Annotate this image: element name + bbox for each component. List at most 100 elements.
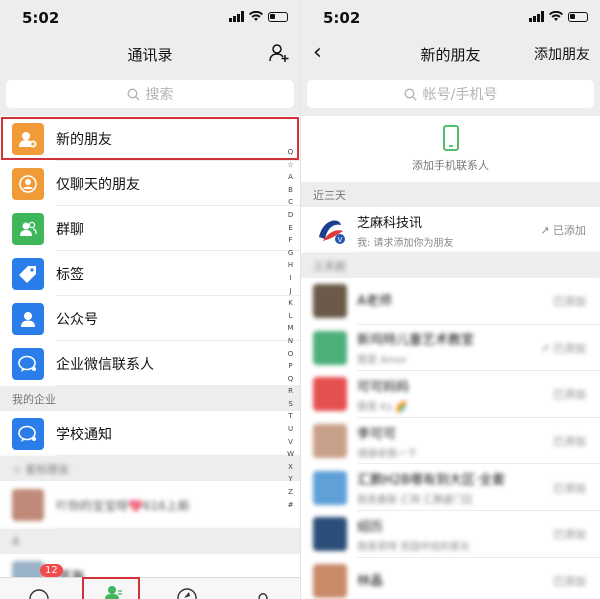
alphabet-letter[interactable]: I xyxy=(290,272,292,285)
alphabet-letter[interactable]: J xyxy=(290,285,292,298)
section-older: 三天前 xyxy=(301,253,600,278)
request-status: ↗ 已添加 xyxy=(540,224,586,237)
new-friends-item[interactable]: 新的朋友 xyxy=(0,116,300,161)
alphabet-letter[interactable]: P xyxy=(288,360,292,373)
contact-menu: 新的朋友 仅聊天的朋友 群聊 标签 公众号 企业微信联系人 我的企业 学校通知 … xyxy=(0,116,300,599)
tab-bar: 12 xyxy=(0,564,300,599)
alphabet-letter[interactable]: R xyxy=(288,385,293,398)
phone-icon xyxy=(442,125,459,151)
tags-item[interactable]: 标签 xyxy=(0,251,300,296)
friend-request-row[interactable]: 林晶 已添加 xyxy=(301,557,600,599)
alphabet-letter[interactable]: N xyxy=(288,335,293,348)
group-chat-icon xyxy=(12,212,44,245)
status-icons xyxy=(229,11,288,22)
school-notice-label: 学校通知 xyxy=(56,426,112,443)
school-notice-item[interactable]: 学校通知 xyxy=(0,411,300,456)
alphabet-letter[interactable]: G xyxy=(288,247,293,260)
official-account-icon xyxy=(12,302,44,335)
friend-request-row[interactable]: A老师 已添加 xyxy=(301,278,600,325)
request-name: 林晶 xyxy=(357,573,384,589)
avatar xyxy=(313,424,347,459)
new-friends-screen: 5:02 ‹ 新的朋友 添加朋友 帐号/手机号 添加手机联系人 近三天 V 芝麻… xyxy=(300,0,600,599)
section-a: A xyxy=(0,529,300,554)
alphabet-letter[interactable]: E xyxy=(288,222,292,235)
alphabet-letter[interactable]: ☆ xyxy=(287,159,293,172)
search-input[interactable]: 搜索 xyxy=(6,80,294,108)
add-phone-contacts-label: 添加手机联系人 xyxy=(412,159,489,172)
avatar xyxy=(313,563,347,598)
alphabet-letter[interactable]: T xyxy=(288,410,292,423)
request-status: 已添加 xyxy=(553,528,586,542)
alphabet-letter[interactable]: K xyxy=(288,297,293,310)
alphabet-letter[interactable]: Q xyxy=(288,146,294,159)
chats-tab-icon[interactable] xyxy=(24,579,54,599)
wifi-icon xyxy=(549,11,563,21)
request-name: 新坞特儿童艺术教室 xyxy=(357,333,475,349)
group-chats-label: 群聊 xyxy=(56,221,84,238)
request-message: 我是 Amor xyxy=(357,355,407,367)
older-requests-list: A老师 已添加 新坞特儿童艺术教室 我是 Amor ↗ 已添加 可可妈妈 我是 Ks 🌈 已添… xyxy=(301,278,600,599)
add-friend-button[interactable]: 添加朋友 xyxy=(534,44,590,64)
account-search-input[interactable]: 帐号/手机号 xyxy=(307,80,594,108)
friend-request-row[interactable]: 汇鹏H2B哪有到大区·全套 我是鑫联 汇网 汇鹏厦门区 已添加 xyxy=(301,464,600,511)
alphabet-letter[interactable]: A xyxy=(288,171,293,184)
alphabet-letter[interactable]: Y xyxy=(288,473,292,486)
request-message: 请接收我一下 xyxy=(357,448,417,460)
group-chats-item[interactable]: 群聊 xyxy=(0,206,300,251)
request-status: 已添加 xyxy=(553,435,586,449)
alphabet-letter[interactable]: D xyxy=(288,209,293,222)
request-name: 李可可 xyxy=(357,426,397,442)
contacts-tab-icon xyxy=(105,586,122,599)
discover-tab-icon[interactable] xyxy=(172,579,202,599)
official-accounts-label: 公众号 xyxy=(56,311,98,328)
request-message: 我: 请求添加你为朋友 xyxy=(357,237,454,249)
add-contact-icon[interactable] xyxy=(268,42,290,64)
alphabet-letter[interactable]: L xyxy=(289,310,293,323)
alphabet-letter[interactable]: O xyxy=(288,348,294,361)
alphabet-letter[interactable]: S xyxy=(288,398,292,411)
request-name: 绍历 xyxy=(357,519,384,535)
alphabet-letter[interactable]: B xyxy=(288,184,293,197)
alphabet-letter[interactable]: W xyxy=(287,448,294,461)
chat-only-friends-item[interactable]: 仅聊天的朋友 xyxy=(0,161,300,206)
alphabet-letter[interactable]: M xyxy=(288,322,294,335)
contacts-tab[interactable] xyxy=(82,577,140,599)
avatar xyxy=(313,470,347,505)
add-phone-contacts-button[interactable]: 添加手机联系人 xyxy=(301,116,600,182)
friend-request-row[interactable]: 可可妈妈 我是 Ks 🌈 已添加 xyxy=(301,371,600,418)
status-bar: 5:02 xyxy=(0,0,300,36)
alphabet-letter[interactable]: U xyxy=(288,423,293,436)
friend-request-row[interactable]: 新坞特儿童艺术教室我是 Amor ↗ 已添加 xyxy=(301,324,600,372)
alphabet-letter[interactable]: # xyxy=(288,499,294,512)
official-accounts-item[interactable]: 公众号 xyxy=(0,296,300,341)
alphabet-letter[interactable]: X xyxy=(288,461,293,474)
request-status: ↗ 已添加 xyxy=(540,341,586,355)
friend-request-row[interactable]: V 芝麻科技讯 我: 请求添加你为朋友 ↗ 已添加 xyxy=(301,207,600,253)
alphabet-letter[interactable]: Z xyxy=(288,486,293,499)
alphabet-letter[interactable]: F xyxy=(289,234,293,247)
request-name: A老师 xyxy=(357,294,392,310)
wifi-icon xyxy=(249,11,263,21)
starred-contact-item[interactable]: 吖你的宝宝呀💖616上新 xyxy=(0,481,300,529)
request-name: 可可妈妈 xyxy=(357,379,410,395)
search-placeholder: 帐号/手机号 xyxy=(422,87,498,103)
wecom-contacts-item[interactable]: 企业微信联系人 xyxy=(0,341,300,386)
avatar xyxy=(313,377,347,412)
search-icon xyxy=(126,87,139,100)
request-status: 已添加 xyxy=(553,388,586,402)
alphabet-letter[interactable]: V xyxy=(288,436,293,449)
alphabet-letter[interactable]: Q xyxy=(288,373,294,386)
search-icon xyxy=(404,87,417,100)
tag-icon xyxy=(12,257,44,290)
section-my-company: 我的企业 xyxy=(0,386,300,411)
alphabet-letter[interactable]: C xyxy=(288,196,293,209)
section-starred: ☆ 星标朋友 xyxy=(0,456,300,481)
search-placeholder: 搜索 xyxy=(145,87,174,103)
alphabet-index[interactable]: Q ☆ A B C D E F G H I J K L M N O P Q R S T U V W X Y Z # xyxy=(287,146,294,511)
chat-only-label: 仅聊天的朋友 xyxy=(56,176,140,193)
friend-request-row[interactable]: 绍历 我是菲特 宫园中班的家长 已添加 xyxy=(301,510,600,558)
alphabet-letter[interactable]: H xyxy=(288,259,293,272)
me-tab-icon[interactable] xyxy=(248,579,278,599)
request-message: 我是鑫联 汇网 汇鹏厦门区 xyxy=(357,495,474,507)
friend-request-row[interactable]: 李可可请接收我一下 已添加 xyxy=(301,417,600,465)
